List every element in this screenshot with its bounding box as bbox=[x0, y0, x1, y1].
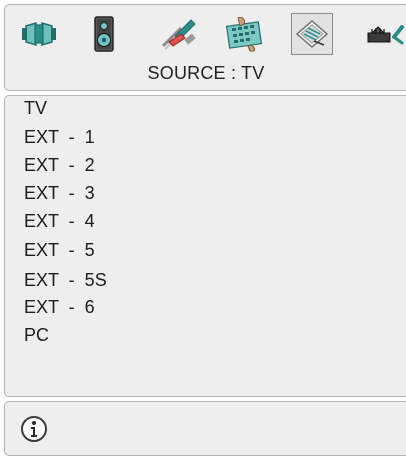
source-item-ext6[interactable]: EXT - 6 bbox=[24, 295, 324, 320]
source-item-ext5[interactable]: EXT - 5 bbox=[24, 238, 324, 263]
page-title: SOURCE : TV bbox=[147, 63, 265, 83]
source-item-ext5s[interactable]: EXT - 5S bbox=[24, 268, 324, 293]
source-item-ext2[interactable]: EXT - 2 bbox=[24, 153, 324, 178]
source-item-tv[interactable]: TV bbox=[24, 96, 324, 121]
info-panel bbox=[4, 401, 406, 456]
picture-icon[interactable] bbox=[18, 13, 60, 55]
source-item-pc[interactable]: PC bbox=[24, 323, 324, 348]
source-icon[interactable] bbox=[365, 13, 406, 55]
source-item-ext4[interactable]: EXT - 4 bbox=[24, 209, 324, 234]
source-list-panel: TV EXT - 1 EXT - 2 EXT - 3 EXT - 4 EXT -… bbox=[4, 95, 406, 397]
install-icon[interactable] bbox=[291, 13, 333, 55]
settings-icon[interactable] bbox=[158, 13, 200, 55]
menu-header-panel: SOURCE : TV bbox=[4, 4, 406, 91]
source-item-ext1[interactable]: EXT - 1 bbox=[24, 125, 324, 150]
features-icon[interactable] bbox=[223, 13, 265, 55]
menu-icon-row bbox=[5, 13, 406, 59]
source-item-ext3[interactable]: EXT - 3 bbox=[24, 181, 324, 206]
sound-icon[interactable] bbox=[83, 13, 125, 55]
info-icon[interactable] bbox=[19, 414, 49, 444]
